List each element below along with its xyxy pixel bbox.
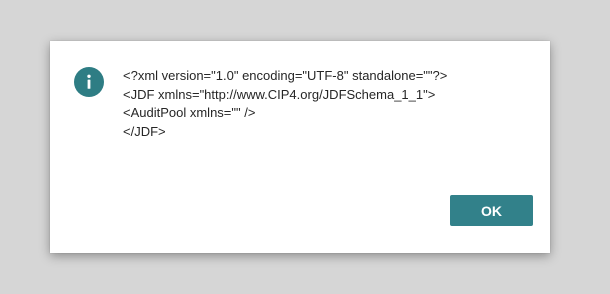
ok-button[interactable]: OK: [450, 195, 533, 226]
message-dialog: <?xml version="1.0" encoding="UTF-8" sta…: [50, 41, 550, 253]
message-line: </JDF>: [123, 123, 166, 139]
dialog-message: <?xml version="1.0" encoding="UTF-8" sta…: [123, 67, 523, 141]
message-line: <AuditPool xmlns="" />: [123, 105, 256, 120]
message-line: <JDF xmlns="http://www.CIP4.org/JDFSchem…: [123, 86, 436, 102]
info-icon: [74, 67, 104, 97]
info-icon-glyph: [87, 74, 91, 89]
message-line: <?xml version="1.0" encoding="UTF-8" sta…: [123, 68, 448, 83]
